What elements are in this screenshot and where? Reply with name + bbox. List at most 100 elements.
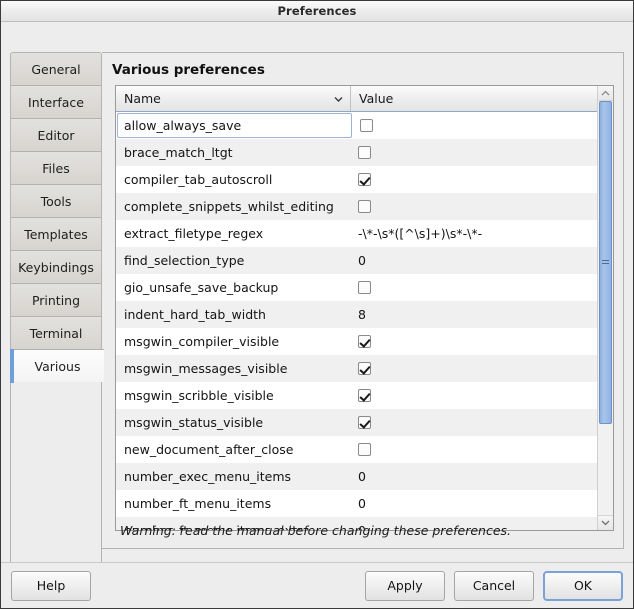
cell-preference-value[interactable]: -\*-\s*([^\s]+)\s*-\*- — [350, 226, 597, 241]
table-row[interactable]: extract_filetype_regex -\*-\s*([^\s]+)\s*… — [116, 220, 597, 247]
cancel-button[interactable]: Cancel — [454, 570, 534, 601]
table-row[interactable]: allow_always_save — [116, 112, 597, 139]
help-button[interactable]: Help — [11, 570, 91, 601]
cell-preference-value[interactable] — [350, 389, 597, 402]
vertical-scrollbar[interactable] — [597, 86, 613, 530]
preference-value-label: 8 — [358, 307, 366, 322]
checkbox-checked[interactable] — [358, 389, 371, 402]
table-row[interactable]: complete_snippets_whilst_editing — [116, 193, 597, 220]
scrollbar-thumb[interactable] — [599, 101, 612, 424]
tab-label: Templates — [24, 226, 88, 242]
cell-preference-value[interactable] — [350, 281, 597, 294]
apply-button[interactable]: Apply — [365, 570, 445, 601]
preferences-window: Preferences General Interface Editor Files T… — [0, 0, 634, 609]
preference-name-label: msgwin_status_visible — [124, 415, 264, 430]
cell-preference-name[interactable]: msgwin_messages_visible — [116, 361, 350, 376]
tab-label: Editor — [37, 127, 75, 143]
warning-text: Warning: read the manual before changing… — [120, 523, 512, 538]
chevron-down-icon[interactable] — [598, 515, 613, 530]
tab-general[interactable]: General — [10, 52, 102, 85]
table-row[interactable]: gio_unsafe_save_backup — [116, 274, 597, 301]
cell-preference-value[interactable]: 0 — [350, 469, 597, 484]
checkbox-unchecked[interactable] — [358, 146, 371, 159]
cell-preference-name[interactable]: msgwin_compiler_visible — [116, 334, 350, 349]
cell-preference-name[interactable]: indent_hard_tab_width — [116, 307, 350, 322]
tab-label: General — [31, 61, 81, 77]
preference-name-label: indent_hard_tab_width — [124, 307, 266, 322]
tab-editor[interactable]: Editor — [10, 118, 102, 151]
table-row[interactable]: number_exec_menu_items 0 — [116, 463, 597, 490]
cell-preference-name[interactable]: msgwin_status_visible — [116, 415, 350, 430]
cell-preference-value[interactable] — [350, 146, 597, 159]
checkbox-unchecked[interactable] — [358, 443, 371, 456]
checkbox-checked[interactable] — [358, 335, 371, 348]
column-header-name[interactable]: Name — [116, 86, 350, 111]
cell-preference-name[interactable]: number_exec_menu_items — [116, 469, 350, 484]
action-bar: Help Apply Cancel OK — [1, 562, 633, 608]
scrollbar-track[interactable] — [598, 101, 613, 515]
table-row[interactable]: compiler_tab_autoscroll — [116, 166, 597, 193]
cell-preference-name[interactable]: msgwin_scribble_visible — [116, 388, 350, 403]
cell-preference-value[interactable] — [350, 416, 597, 429]
tab-printing[interactable]: Printing — [10, 283, 102, 316]
checkbox-checked[interactable] — [358, 362, 371, 375]
tab-templates[interactable]: Templates — [10, 217, 102, 250]
cell-preference-value[interactable]: 8 — [350, 307, 597, 322]
cell-preference-value[interactable] — [352, 119, 597, 132]
preference-name-label: allow_always_save — [124, 118, 242, 133]
cell-preference-name[interactable]: extract_filetype_regex — [116, 226, 350, 241]
chevron-up-icon[interactable] — [598, 86, 613, 101]
preference-name-label: number_exec_menu_items — [124, 469, 292, 484]
preference-name-label: gio_unsafe_save_backup — [124, 280, 279, 295]
table-row[interactable]: brace_match_ltgt — [116, 139, 597, 166]
table-row[interactable]: msgwin_status_visible — [116, 409, 597, 436]
preferences-table: Name Value allow_always_save brace_match_… — [115, 85, 614, 531]
cell-preference-value[interactable]: 0 — [350, 496, 597, 511]
table-row[interactable]: indent_hard_tab_width 8 — [116, 301, 597, 328]
tab-list: General Interface Editor Files Tools Template… — [10, 52, 104, 569]
cell-preference-value[interactable] — [350, 335, 597, 348]
cell-preference-name[interactable]: number_ft_menu_items — [116, 496, 350, 511]
preference-name-label: brace_match_ltgt — [124, 145, 233, 160]
tab-label: Tools — [40, 193, 72, 209]
cell-preference-name[interactable]: brace_match_ltgt — [116, 145, 350, 160]
tab-tools[interactable]: Tools — [10, 184, 102, 217]
ok-button[interactable]: OK — [543, 570, 623, 601]
tab-interface[interactable]: Interface — [10, 85, 102, 118]
table-row[interactable]: number_ft_menu_items 0 — [116, 490, 597, 517]
checkbox-unchecked[interactable] — [358, 281, 371, 294]
cell-preference-name[interactable]: complete_snippets_whilst_editing — [116, 199, 350, 214]
table-row[interactable]: msgwin_messages_visible — [116, 355, 597, 382]
table-rows: allow_always_save brace_match_ltgtcompile… — [116, 112, 597, 530]
cell-preference-value[interactable] — [350, 200, 597, 213]
tab-keybindings[interactable]: Keybindings — [10, 250, 102, 283]
tab-label: Printing — [31, 292, 81, 308]
column-header-value[interactable]: Value — [350, 86, 597, 111]
preference-name-label: msgwin_scribble_visible — [124, 388, 274, 403]
checkbox-unchecked[interactable] — [360, 119, 373, 132]
cell-preference-value[interactable]: 0 — [350, 253, 597, 268]
cell-preference-name[interactable]: allow_always_save — [117, 113, 352, 138]
table-row[interactable]: new_document_after_close — [116, 436, 597, 463]
table-row[interactable]: msgwin_scribble_visible — [116, 382, 597, 409]
checkbox-unchecked[interactable] — [358, 200, 371, 213]
preference-name-label: msgwin_compiler_visible — [124, 334, 280, 349]
cell-preference-name[interactable]: compiler_tab_autoscroll — [116, 172, 350, 187]
table-row[interactable]: find_selection_type 0 — [116, 247, 597, 274]
tab-terminal[interactable]: Terminal — [10, 316, 102, 349]
content-panel: Various preferences Name Value allow_alw… — [102, 52, 624, 549]
cell-preference-name[interactable]: new_document_after_close — [116, 442, 350, 457]
cell-preference-value[interactable] — [350, 362, 597, 375]
cell-preference-name[interactable]: find_selection_type — [116, 253, 350, 268]
tab-label: Terminal — [29, 325, 83, 341]
table-row[interactable]: msgwin_compiler_visible — [116, 328, 597, 355]
checkbox-checked[interactable] — [358, 173, 371, 186]
tab-various[interactable]: Various — [10, 349, 104, 383]
cell-preference-value[interactable] — [350, 443, 597, 456]
checkbox-checked[interactable] — [358, 416, 371, 429]
preference-name-label: new_document_after_close — [124, 442, 294, 457]
cell-preference-name[interactable]: gio_unsafe_save_backup — [116, 280, 350, 295]
tab-files[interactable]: Files — [10, 151, 102, 184]
cell-preference-value[interactable] — [350, 173, 597, 186]
window-title: Preferences — [277, 4, 357, 18]
